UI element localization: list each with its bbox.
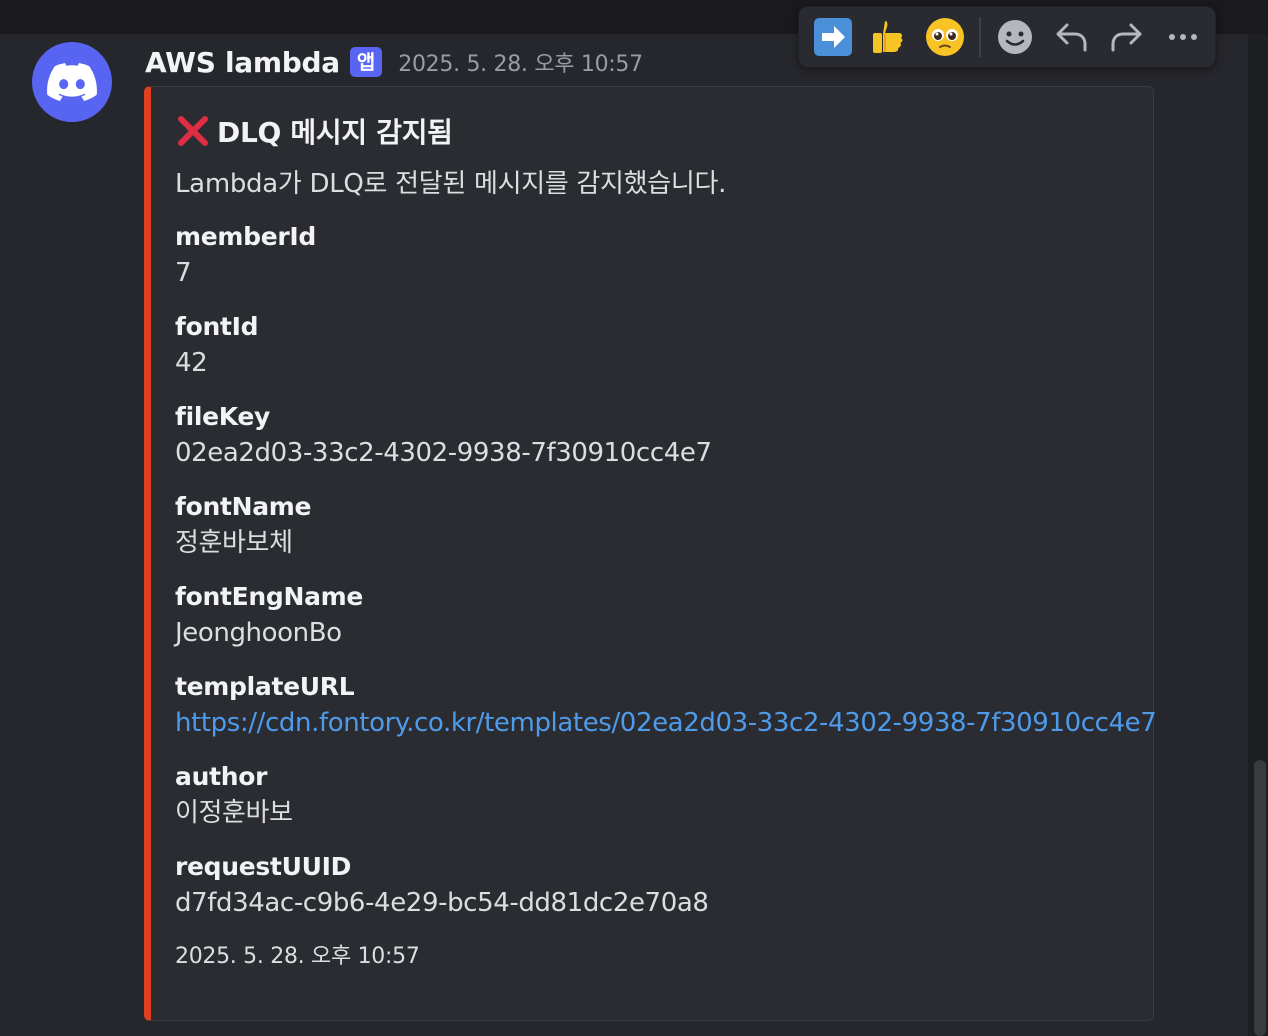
reply-icon	[1056, 23, 1087, 52]
field-value: 02ea2d03-33c2-4302-9938-7f30910cc4e7	[175, 438, 712, 468]
field-name: templateURL	[175, 672, 355, 701]
cross-mark-icon	[178, 116, 208, 146]
app-badge: 앱	[349, 47, 383, 77]
embed-field: fileKey 02ea2d03-33c2-4302-9938-7f30910c…	[175, 400, 1137, 472]
avatar[interactable]	[32, 42, 112, 122]
field-value: 이정훈바보	[175, 798, 293, 828]
field-value: JeonghoonBo	[175, 618, 342, 648]
embed-field: templateURL https://cdn.fontory.co.kr/te…	[175, 670, 1157, 742]
field-name: fileKey	[175, 402, 271, 431]
field-value: 7	[175, 258, 192, 288]
forward-button[interactable]	[1099, 9, 1155, 65]
template-url-link[interactable]: https://cdn.fontory.co.kr/templates/02ea…	[175, 704, 1157, 742]
embed-field: author 이정훈바보	[175, 760, 1137, 832]
reply-button[interactable]	[1043, 9, 1099, 65]
message-toolbar	[798, 6, 1216, 68]
field-name: author	[175, 762, 268, 791]
more-icon	[1169, 34, 1197, 40]
embed-field: fontName 정훈바보체	[175, 490, 1137, 562]
reaction-arrow-right-button[interactable]	[805, 9, 861, 65]
author-name[interactable]: AWS lambda	[145, 46, 340, 79]
embed: DLQ 메시지 감지됨 Lambda가 DLQ로 전달된 메시지를 감지했습니다…	[144, 86, 1157, 1021]
field-name: requestUUID	[175, 852, 352, 881]
embed-field: requestUUID d7fd34ac-c9b6-4e29-bc54-dd81…	[175, 850, 1137, 922]
message-header: AWS lambda 앱 2025. 5. 28. 오후 10:57	[145, 42, 643, 82]
arrow-right-emoji-icon	[814, 18, 852, 56]
pleading-face-emoji-icon	[926, 18, 964, 56]
embed-description: Lambda가 DLQ로 전달된 메시지를 감지했습니다.	[175, 169, 727, 199]
field-name: fontName	[175, 492, 312, 521]
more-options-button[interactable]	[1155, 9, 1211, 65]
embed-field: memberId 7	[175, 220, 1137, 292]
thumbs-up-emoji-icon	[873, 21, 903, 53]
forward-icon	[1111, 23, 1142, 52]
scrollbar-thumb[interactable]	[1254, 760, 1266, 1036]
embed-field: fontId 42	[175, 310, 1137, 382]
embed-field: fontEngName JeonghoonBo	[175, 580, 1137, 652]
field-name: memberId	[175, 222, 317, 251]
field-value: 42	[175, 348, 208, 378]
embed-title-text: DLQ 메시지 감지됨	[217, 116, 453, 149]
field-name: fontId	[175, 312, 259, 341]
field-value: 정훈바보체	[175, 528, 293, 558]
discord-logo-icon	[47, 63, 97, 101]
embed-footer-timestamp: 2025. 5. 28. 오후 10:57	[175, 944, 420, 969]
reaction-thumbs-up-button[interactable]	[861, 9, 917, 65]
field-name: fontEngName	[175, 582, 364, 611]
message-timestamp[interactable]: 2025. 5. 28. 오후 10:57	[398, 46, 643, 78]
reaction-pleading-face-button[interactable]	[917, 9, 973, 65]
toolbar-divider	[979, 17, 981, 57]
embed-title: DLQ 메시지 감지됨	[175, 111, 1137, 151]
add-reaction-button[interactable]	[987, 9, 1043, 65]
field-value: d7fd34ac-c9b6-4e29-bc54-dd81dc2e70a8	[175, 888, 709, 918]
add-reaction-icon	[998, 20, 1032, 54]
